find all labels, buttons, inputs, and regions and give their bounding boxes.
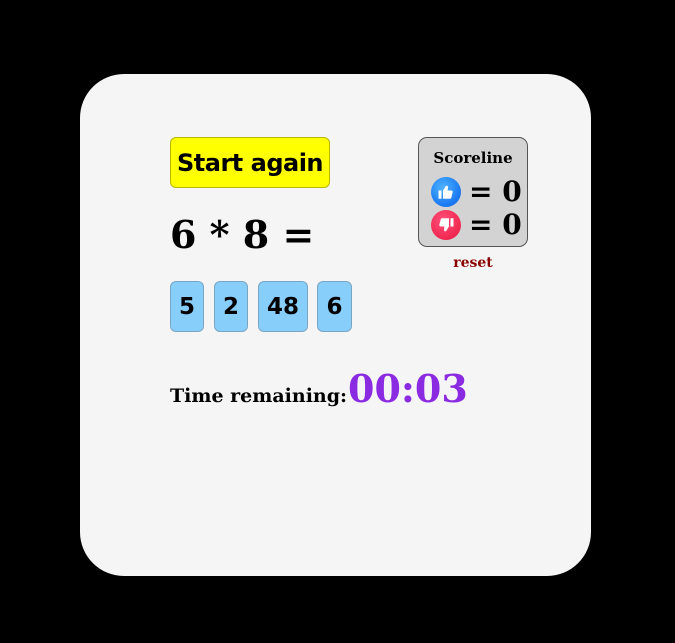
game-card: Start again 6 * 8 = 5 2 48 6 Time remain… [80,74,591,576]
question-text: 6 * 8 = [170,212,315,257]
answer-button[interactable]: 48 [258,281,308,332]
wrong-score-value: = 0 [469,208,522,241]
thumbs-down-icon [431,210,461,240]
reset-link[interactable]: reset [418,254,528,272]
start-again-button[interactable]: Start again [170,137,330,188]
wrong-score-row: = 0 [431,209,522,241]
answer-button[interactable]: 5 [170,281,204,332]
time-remaining-value: 00:03 [348,366,468,411]
correct-score-value: = 0 [469,175,522,208]
correct-score-row: = 0 [431,176,522,208]
answer-button[interactable]: 6 [317,281,352,332]
thumbs-up-icon [431,177,461,207]
scoreline-title: Scoreline [433,149,513,167]
scoreline-panel: Scoreline = 0 = 0 [418,137,528,247]
answer-button[interactable]: 2 [214,281,248,332]
time-remaining-label: Time remaining: [170,385,348,407]
